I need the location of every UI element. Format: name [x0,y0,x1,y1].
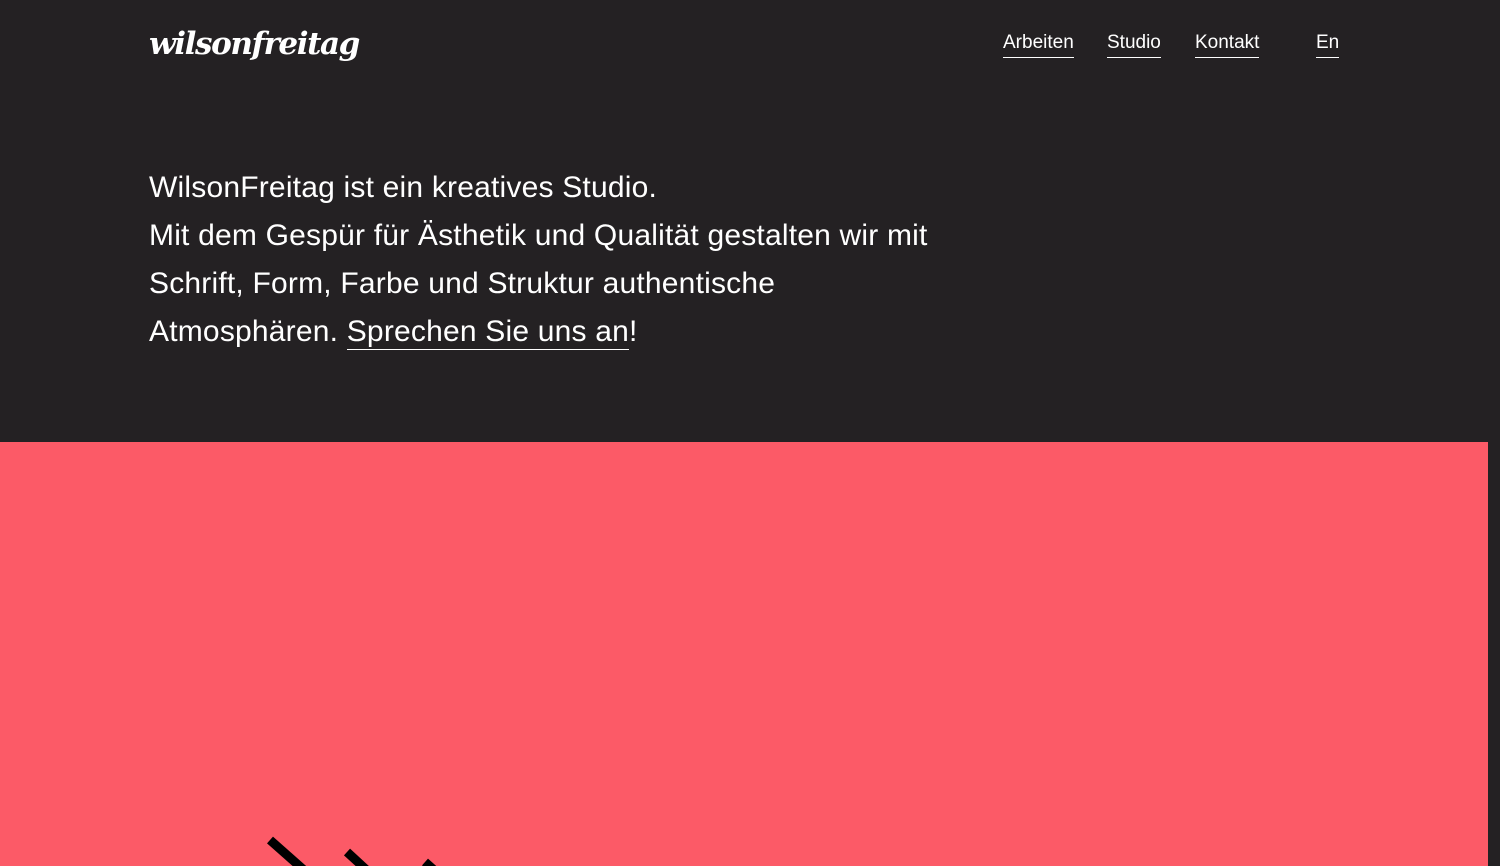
hero-graphic [267,836,437,866]
language-switch-en[interactable]: En [1316,31,1340,58]
intro-text: WilsonFreitag ist ein kreatives Studio. … [149,164,949,356]
nav-link-studio[interactable]: Studio [1107,31,1161,58]
nav-link-arbeiten[interactable]: Arbeiten [1003,31,1074,58]
intro-line-1: WilsonFreitag ist ein kreatives Studio. [149,171,658,204]
hero-image [0,442,1488,866]
intro-cta-suffix: ! [629,315,638,348]
nav-link-kontakt[interactable]: Kontakt [1195,31,1260,58]
intro-paragraph: Mit dem Gespür für Ästhetik und Qualität… [149,212,949,356]
hero-line-1 [267,836,307,866]
hero-diagonal-lines [267,836,437,866]
logo-wordmark: wilsonfreitag [149,26,360,62]
hero-right-gutter [1488,442,1500,866]
hero-line-3 [422,858,437,866]
hero-line-2 [343,848,369,866]
site-header: wilsonfreitag Arbeiten Studio Kontakt En [0,0,1500,100]
contact-cta-link[interactable]: Sprechen Sie uns an [346,315,630,350]
logo[interactable]: wilsonfreitag [149,22,381,66]
